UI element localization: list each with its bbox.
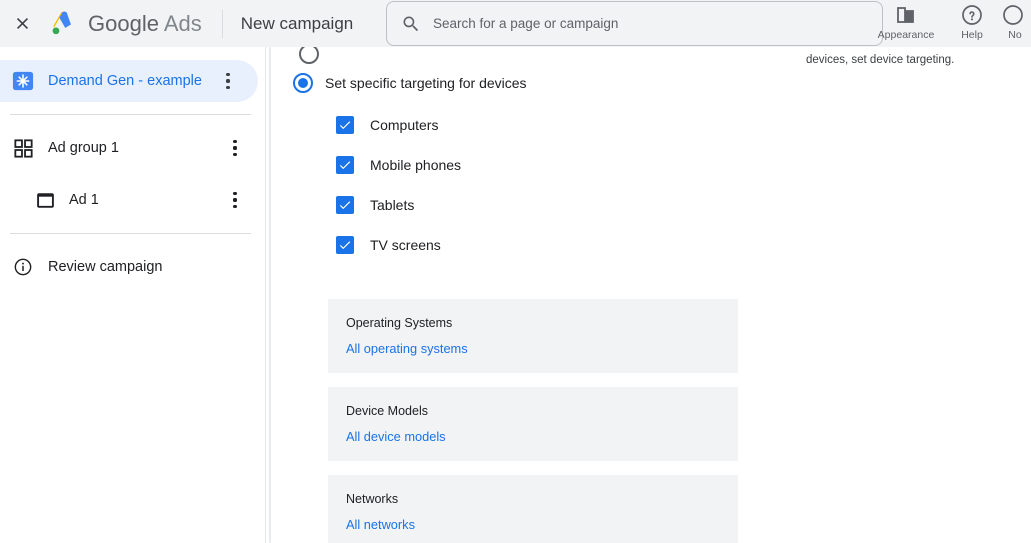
help-icon — [962, 5, 982, 25]
close-icon — [16, 17, 28, 30]
notifications-label: No — [1008, 29, 1022, 41]
appearance-button[interactable]: Appearance — [873, 0, 939, 41]
sparkle-icon — [11, 69, 35, 93]
close-button[interactable] — [5, 7, 39, 41]
checkbox-label: Computers — [370, 117, 439, 133]
checkbox-checked-icon — [336, 196, 354, 214]
sidebar-item-label: Ad 1 — [69, 192, 99, 208]
clipped-help-text: devices, set device targeting. — [806, 54, 955, 66]
sidebar-divider-2 — [10, 233, 251, 234]
card-title: Networks — [346, 492, 399, 506]
sidebar-item-label: Review campaign — [48, 259, 163, 275]
card-link[interactable]: All operating systems — [346, 341, 720, 356]
sidebar-item-ad-group-1[interactable]: Ad group 1 — [0, 127, 265, 169]
sidebar-item-menu-button[interactable] — [218, 71, 238, 91]
help-label: Help — [961, 29, 983, 41]
search-input[interactable]: Search for a page or campaign — [433, 16, 618, 31]
checkbox-row-computers[interactable]: Computers — [336, 105, 461, 145]
header-divider — [221, 9, 223, 38]
checkbox-row-tablets[interactable]: Tablets — [336, 185, 461, 225]
sidebar-item-review-campaign[interactable]: Review campaign — [0, 246, 265, 288]
page-title: New campaign — [240, 13, 354, 33]
appearance-label: Appearance — [877, 29, 935, 41]
checkbox-row-tv-screens[interactable]: TV screens — [336, 225, 461, 265]
card-link[interactable]: All device models — [346, 429, 720, 444]
top-bar-actions: Appearance Help No — [873, 0, 1031, 47]
sidebar-content-divider — [265, 47, 266, 543]
brand-google-text: Google — [88, 10, 159, 36]
search-icon — [403, 16, 419, 31]
google-ads-triangle-icon — [52, 10, 71, 34]
checkbox-checked-icon — [336, 236, 354, 254]
device-checkbox-list: Computers Mobile phones Tablets TV scree… — [336, 105, 461, 265]
checkbox-checked-icon — [336, 116, 354, 134]
radio-set-specific-targeting[interactable]: Set specific targeting for devices — [293, 73, 527, 93]
brand-ads-text: Ads — [163, 10, 202, 36]
ad-group-icon — [11, 136, 35, 160]
sidebar-item-ad-1[interactable]: Ad 1 — [0, 179, 265, 221]
checkbox-label: TV screens — [370, 237, 441, 253]
notifications-button[interactable]: No — [1003, 0, 1031, 41]
card-operating-systems[interactable]: Operating Systems All operating systems — [328, 299, 738, 373]
sidebar-item-label: Demand Gen - example — [48, 73, 202, 89]
sidebar-divider-1 — [10, 114, 251, 115]
device-targeting-panel: devices, set device targeting. Set speci… — [272, 47, 1031, 543]
notifications-icon — [1003, 5, 1023, 25]
checkbox-row-mobile-phones[interactable]: Mobile phones — [336, 145, 461, 185]
checkbox-label: Mobile phones — [370, 157, 462, 173]
card-title: Operating Systems — [346, 316, 453, 330]
ad-icon — [33, 188, 57, 212]
help-button[interactable]: Help — [939, 0, 1005, 41]
card-networks[interactable]: Networks All networks — [328, 475, 738, 543]
sidebar-item-menu-button[interactable] — [225, 190, 245, 210]
card-link[interactable]: All networks — [346, 517, 720, 532]
sidebar-item-demand-gen[interactable]: Demand Gen - example — [0, 60, 258, 102]
sidebar-item-menu-button[interactable] — [225, 138, 245, 158]
radio-label: Set specific targeting for devices — [325, 75, 527, 91]
info-icon — [11, 255, 35, 279]
campaign-sidebar: Demand Gen - example Ad group 1 Ad 1 Rev… — [0, 47, 265, 543]
checkbox-label: Tablets — [370, 197, 415, 213]
checkbox-checked-icon — [336, 156, 354, 174]
card-device-models[interactable]: Device Models All device models — [328, 387, 738, 461]
radio-selected-icon — [293, 73, 313, 93]
radio-all-devices-clipped[interactable] — [299, 47, 319, 64]
card-title: Device Models — [346, 404, 428, 418]
google-ads-logo[interactable]: Google Ads — [49, 10, 202, 38]
content-scrollbar[interactable] — [269, 47, 271, 543]
appearance-icon — [897, 7, 914, 23]
search-bar[interactable]: Search for a page or campaign — [386, 1, 883, 46]
sidebar-item-label: Ad group 1 — [48, 140, 119, 156]
